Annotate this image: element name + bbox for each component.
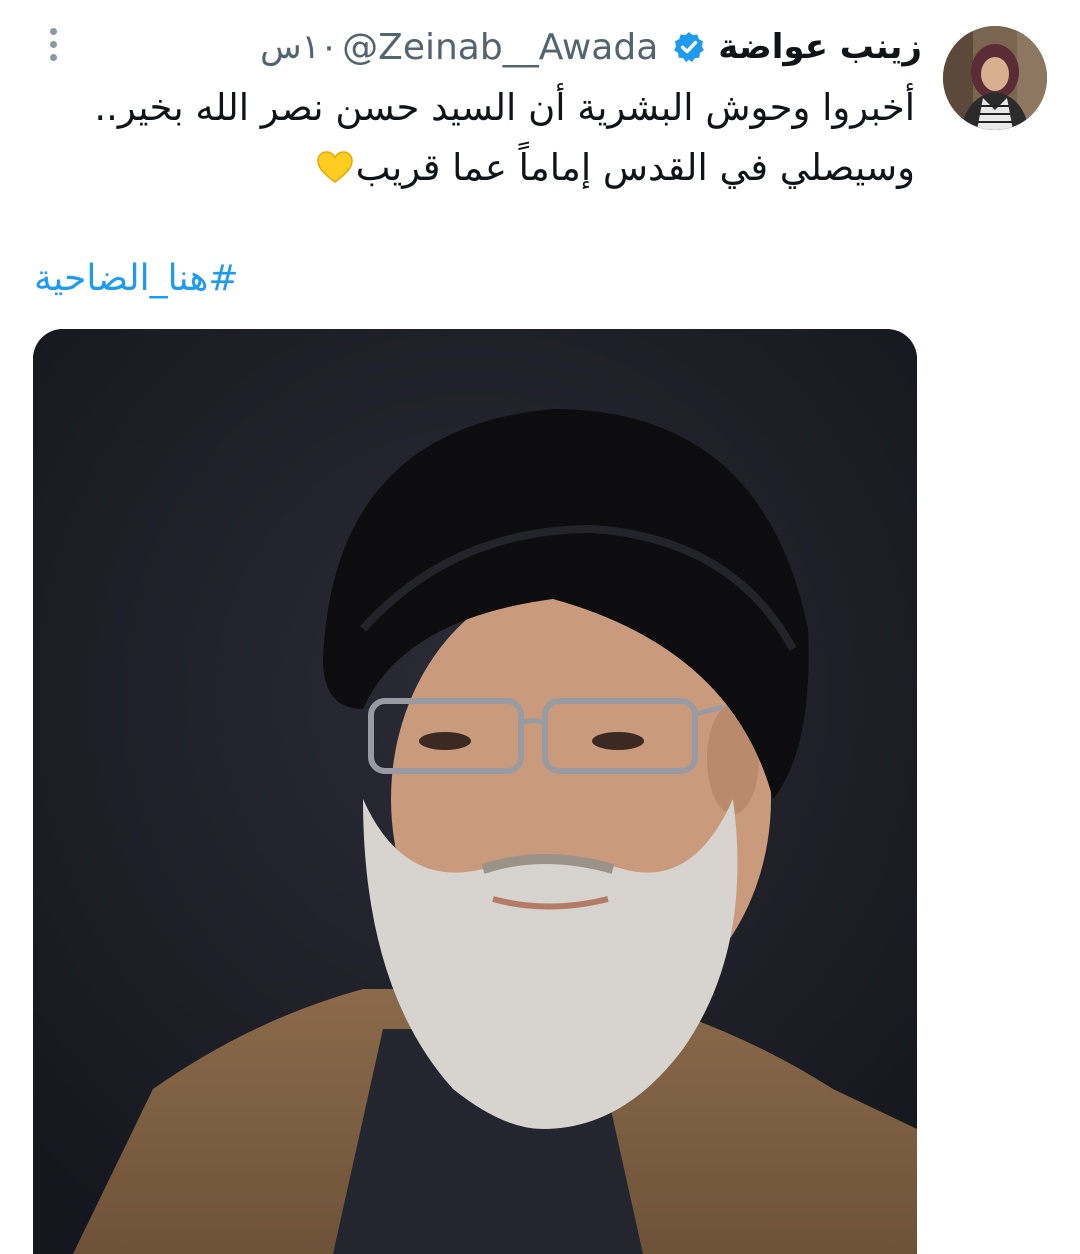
user-handle[interactable]: @Zeinab__Awada (342, 27, 658, 68)
more-options-icon[interactable] (44, 28, 62, 68)
tweet-header: زينب عواضة @Zeinab__Awada ١٠س (260, 24, 922, 70)
avatar[interactable] (943, 26, 1047, 130)
hashtag-link[interactable]: #هنا_الضاحية (34, 258, 239, 299)
display-name[interactable]: زينب عواضة (718, 27, 922, 67)
tweet: زينب عواضة @Zeinab__Awada ١٠س أخبروا وحو… (0, 0, 1080, 1254)
tweet-photo[interactable] (33, 329, 917, 1254)
yellow-heart-emoji (316, 142, 354, 183)
tweet-text-line-2: وسيصلي في القدس إماماً عما قريب (55, 138, 915, 198)
tweet-time[interactable]: ١٠س (260, 27, 338, 67)
tweet-text-line-1: أخبروا وحوش البشرية أن السيد حسن نصر الل… (94, 86, 915, 129)
tweet-text: أخبروا وحوش البشرية أن السيد حسن نصر الل… (55, 78, 915, 198)
tweet-text-line-2-text: وسيصلي في القدس إماماً عما قريب (355, 146, 915, 189)
verified-badge-icon (672, 30, 706, 64)
